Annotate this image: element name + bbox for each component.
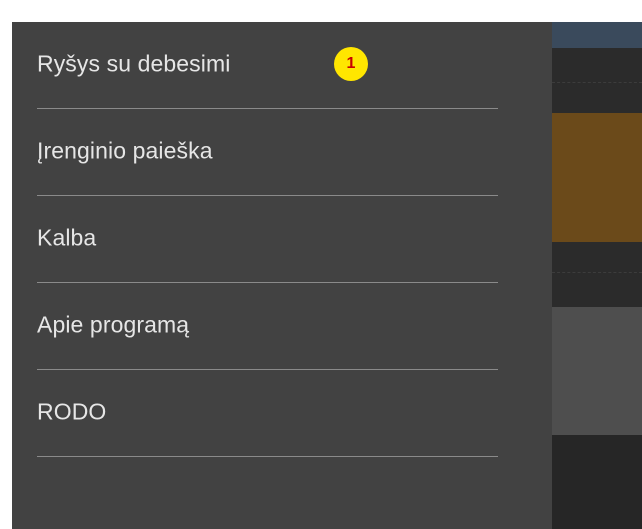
menu-item-device-search[interactable]: Įrenginio paieška bbox=[37, 109, 498, 196]
background-card bbox=[552, 307, 642, 435]
navigation-drawer: Ryšys su debesimi 1 Įrenginio paieška Ka… bbox=[12, 22, 552, 529]
menu-item-label: Apie programą bbox=[37, 311, 190, 338]
menu-item-about[interactable]: Apie programą bbox=[37, 283, 498, 370]
background-header-image bbox=[552, 22, 642, 48]
menu-item-label: Ryšys su debesimi bbox=[37, 50, 231, 77]
menu-item-label: Kalba bbox=[37, 224, 97, 251]
menu-item-label: Įrenginio paieška bbox=[37, 137, 213, 164]
background-thumbnail bbox=[552, 113, 642, 242]
menu-item-language[interactable]: Kalba bbox=[37, 196, 498, 283]
background-footer bbox=[552, 435, 642, 529]
drawer-menu: Ryšys su debesimi 1 Įrenginio paieška Ka… bbox=[12, 22, 552, 457]
menu-item-rodo[interactable]: RODO bbox=[37, 370, 498, 457]
annotation-badge: 1 bbox=[334, 47, 368, 81]
screen: Ryšys su debesimi 1 Įrenginio paieška Ka… bbox=[0, 0, 642, 529]
background-divider bbox=[552, 272, 642, 273]
menu-item-label: RODO bbox=[37, 398, 107, 425]
background-divider bbox=[552, 82, 642, 83]
menu-item-cloud-connection[interactable]: Ryšys su debesimi 1 bbox=[37, 22, 498, 109]
